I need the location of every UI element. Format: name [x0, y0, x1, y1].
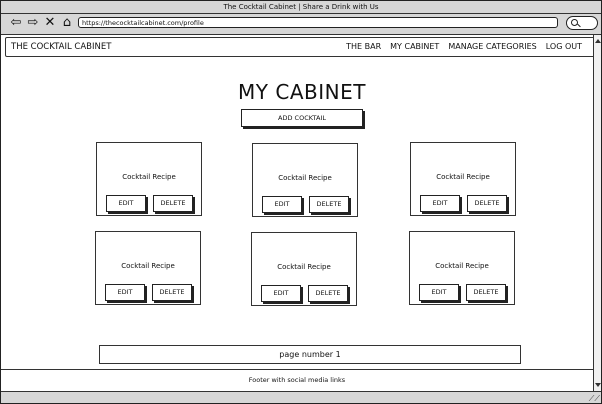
- nav-link-the-bar[interactable]: THE BAR: [346, 38, 381, 56]
- delete-button[interactable]: DELETE: [153, 195, 193, 212]
- recipe-card-label: Cocktail Recipe: [278, 174, 332, 182]
- recipe-card: Cocktail Recipe EDIT DELETE: [95, 231, 201, 305]
- back-arrow-icon[interactable]: ⇦: [8, 16, 24, 30]
- scroll-up-arrow-icon[interactable]: [595, 39, 601, 43]
- vertical-scrollbar[interactable]: [593, 35, 601, 391]
- url-bar[interactable]: https://thecocktailcabinet.com/profile: [78, 17, 558, 28]
- recipe-card-label: Cocktail Recipe: [121, 262, 175, 270]
- site-navbar: THE COCKTAIL CABINET THE BAR MY CABINET …: [5, 37, 597, 57]
- site-brand[interactable]: THE COCKTAIL CABINET: [11, 38, 111, 56]
- recipe-card-label: Cocktail Recipe: [122, 173, 176, 181]
- nav-links: THE BAR MY CABINET MANAGE CATEGORIES LOG…: [346, 38, 582, 56]
- recipe-card-label: Cocktail Recipe: [436, 173, 490, 181]
- home-icon[interactable]: ⌂: [59, 16, 75, 30]
- recipe-card: Cocktail Recipe EDIT DELETE: [251, 232, 357, 306]
- stop-icon[interactable]: ✕: [42, 16, 58, 30]
- forward-arrow-icon[interactable]: ⇨: [25, 16, 41, 30]
- delete-button[interactable]: DELETE: [467, 195, 507, 212]
- nav-link-manage-categories[interactable]: MANAGE CATEGORIES: [448, 38, 536, 56]
- resize-grip-icon[interactable]: ⟋⟋: [589, 394, 600, 403]
- delete-button[interactable]: DELETE: [152, 284, 192, 301]
- site-footer: Footer with social media links: [1, 369, 593, 391]
- edit-button[interactable]: EDIT: [105, 284, 145, 301]
- search-icon: [571, 19, 578, 26]
- pagination[interactable]: page number 1: [99, 345, 521, 364]
- recipe-card: Cocktail Recipe EDIT DELETE: [409, 231, 515, 305]
- edit-button[interactable]: EDIT: [420, 195, 460, 212]
- recipe-card-label: Cocktail Recipe: [277, 263, 331, 271]
- edit-button[interactable]: EDIT: [262, 196, 302, 213]
- page-title: MY CABINET: [238, 80, 366, 104]
- recipe-card: Cocktail Recipe EDIT DELETE: [96, 142, 202, 216]
- edit-button[interactable]: EDIT: [419, 284, 459, 301]
- recipe-card-label: Cocktail Recipe: [435, 262, 489, 270]
- recipe-card: Cocktail Recipe EDIT DELETE: [252, 143, 358, 217]
- browser-toolbar: ⇦ ⇨ ✕ ⌂ https://thecocktailcabinet.com/p…: [1, 14, 601, 35]
- browser-window: The Cocktail Cabinet | Share a Drink wit…: [0, 0, 602, 404]
- nav-link-my-cabinet[interactable]: MY CABINET: [390, 38, 439, 56]
- delete-button[interactable]: DELETE: [466, 284, 506, 301]
- nav-link-log-out[interactable]: LOG OUT: [546, 38, 582, 56]
- delete-button[interactable]: DELETE: [308, 285, 348, 302]
- window-title: The Cocktail Cabinet | Share a Drink wit…: [1, 1, 601, 14]
- edit-button[interactable]: EDIT: [261, 285, 301, 302]
- delete-button[interactable]: DELETE: [309, 196, 349, 213]
- page-content: THE COCKTAIL CABINET THE BAR MY CABINET …: [1, 35, 597, 391]
- recipe-card: Cocktail Recipe EDIT DELETE: [410, 142, 516, 216]
- add-cocktail-button[interactable]: ADD COCKTAIL: [241, 109, 363, 127]
- edit-button[interactable]: EDIT: [106, 195, 146, 212]
- status-bar: ⟋⟋: [1, 391, 601, 403]
- browser-search-button[interactable]: [566, 16, 598, 30]
- scroll-down-arrow-icon[interactable]: [595, 383, 601, 387]
